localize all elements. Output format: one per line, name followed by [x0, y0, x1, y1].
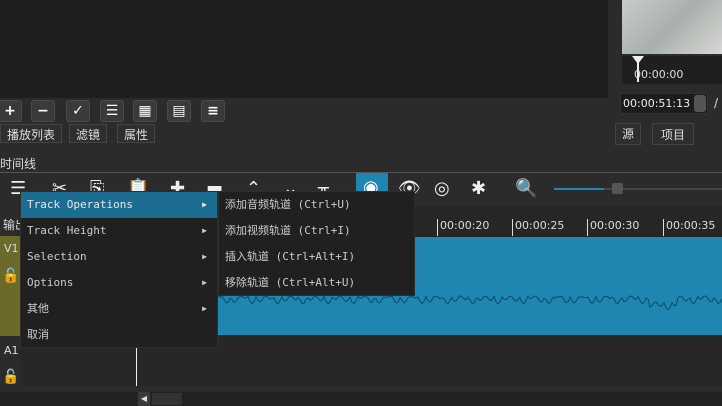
menu-item-label: Track Height — [27, 224, 107, 237]
a1-lock-icon[interactable]: 🔓 — [2, 369, 19, 385]
menu-item-options[interactable]: Options ▶ — [21, 270, 217, 296]
timecode-spinner[interactable] — [694, 95, 706, 112]
ruler-tick: 00:00:20 — [437, 219, 489, 236]
add-button[interactable]: + — [0, 100, 22, 122]
v1-label: V1 — [4, 242, 19, 255]
timecode-value: 00:00:51:13 — [623, 97, 691, 110]
tab-playlist[interactable]: 播放列表 — [0, 124, 63, 143]
ruler-tick: 00:00:30 — [587, 219, 639, 236]
track-operations-submenu: 添加音频轨道 (Ctrl+U) 添加视频轨道 (Ctrl+I) 插入轨道 (Ct… — [218, 191, 415, 296]
menu-item-label: 其他 — [27, 302, 49, 315]
menu-item-label: Options — [27, 276, 74, 289]
timecode-field[interactable]: 00:00:51:13 — [620, 93, 708, 114]
preview-ruler[interactable]: 00:00:00 — [622, 56, 722, 84]
scroll-thumb[interactable] — [152, 393, 182, 405]
submenu-arrow-icon: ▶ — [202, 278, 207, 287]
menu-item-cancel[interactable]: 取消 — [21, 322, 217, 348]
timeline-context-menu: Track Operations ▶ Track Height ▶ Selectio… — [20, 191, 218, 348]
remove-button[interactable]: − — [31, 100, 55, 122]
menu-item-track-height[interactable]: Track Height ▶ — [21, 218, 217, 244]
icons-view-button[interactable]: ▤ — [167, 100, 191, 122]
menu-item-other[interactable]: 其他 ▶ — [21, 296, 217, 322]
zoom-slider-fill — [554, 188, 605, 190]
ripple-all-icon[interactable]: ✱ — [471, 178, 486, 199]
ruler-tick: 00:00:35 — [663, 219, 715, 236]
menu-item-label: Track Operations — [27, 198, 133, 211]
tab-properties[interactable]: 属性 — [117, 124, 156, 143]
tab-source[interactable]: 源 — [615, 123, 642, 145]
a1-label: A1 — [4, 344, 19, 357]
v1-lock-icon[interactable]: 🔓 — [2, 268, 19, 284]
playlist-menu-button[interactable]: ≡ — [201, 100, 225, 122]
scroll-left-icon[interactable]: ◀ — [138, 392, 150, 406]
submenu-arrow-icon: ▶ — [202, 252, 207, 261]
video-preview — [622, 0, 722, 54]
ruler-tick: 00:00:25 — [512, 219, 564, 236]
zoom-slider-handle[interactable] — [612, 183, 623, 194]
timecode-separator: / — [714, 96, 719, 110]
menu-item-track-operations[interactable]: Track Operations ▶ — [21, 192, 217, 218]
menu-item-add-video-track[interactable]: 添加视频轨道 (Ctrl+I) — [219, 218, 414, 244]
submenu-arrow-icon: ▶ — [202, 226, 207, 235]
zoom-slider[interactable] — [554, 183, 722, 194]
menu-item-remove-track[interactable]: 移除轨道 (Ctrl+Alt+U) — [219, 270, 414, 296]
update-button[interactable]: ✓ — [66, 100, 90, 122]
tiles-view-button[interactable]: ▦ — [133, 100, 157, 122]
playlist-area — [0, 0, 608, 98]
menu-item-selection[interactable]: Selection ▶ — [21, 244, 217, 270]
menu-item-add-audio-track[interactable]: 添加音频轨道 (Ctrl+U) — [219, 192, 414, 218]
horizontal-scrollbar[interactable]: ◀ — [0, 392, 722, 406]
preview-ruler-time: 00:00:00 — [634, 68, 684, 81]
submenu-arrow-icon: ▶ — [202, 304, 207, 313]
timeline-title: 时间线 — [0, 157, 37, 171]
details-view-button[interactable]: ☰ — [100, 100, 124, 122]
menu-item-label: Selection — [27, 250, 87, 263]
tab-filters[interactable]: 滤镜 — [69, 124, 108, 143]
menu-item-insert-track[interactable]: 插入轨道 (Ctrl+Alt+I) — [219, 244, 414, 270]
ripple-icon[interactable]: ◎ — [434, 178, 450, 199]
zoom-out-icon[interactable]: 🔍 — [515, 178, 537, 199]
menu-item-label: 取消 — [27, 328, 49, 341]
tab-project[interactable]: 项目 — [652, 123, 695, 145]
submenu-arrow-icon: ▶ — [202, 200, 207, 209]
